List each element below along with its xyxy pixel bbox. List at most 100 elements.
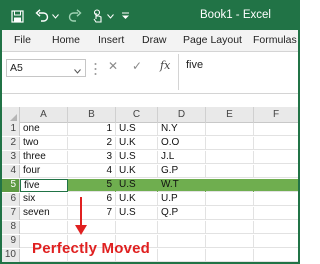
cell-a[interactable]: six xyxy=(20,193,68,206)
cell-d[interactable] xyxy=(158,235,206,248)
row-header[interactable]: 2 xyxy=(2,137,20,150)
undo-icon[interactable] xyxy=(34,8,50,24)
undo-dropdown-icon[interactable] xyxy=(51,8,59,24)
customize-toolbar-icon[interactable] xyxy=(120,8,130,24)
formula-input[interactable]: five xyxy=(186,59,203,71)
table-row-selected[interactable]: 5 five 5 U.S W.T xyxy=(2,179,298,192)
active-cell-a5[interactable]: five xyxy=(20,179,68,192)
cell-b[interactable]: 7 xyxy=(68,207,116,220)
name-box-dropdown-icon[interactable] xyxy=(74,65,81,77)
tab-page-layout[interactable]: Page Layout xyxy=(183,34,242,46)
table-row: 3 three 3 U.S J.L xyxy=(2,151,298,164)
cell-d[interactable]: O.O xyxy=(158,137,206,150)
cell-e[interactable] xyxy=(206,137,254,150)
cell-d[interactable]: Q.P xyxy=(158,207,206,220)
cell-e[interactable] xyxy=(206,235,254,248)
cell-a[interactable] xyxy=(20,221,68,234)
column-header-b[interactable]: B xyxy=(68,107,116,123)
enter-icon[interactable]: ✓ xyxy=(132,59,142,73)
cell-a[interactable]: two xyxy=(20,137,68,150)
column-header-c[interactable]: C xyxy=(116,107,158,123)
cell-c[interactable] xyxy=(116,221,158,234)
cell-f[interactable] xyxy=(254,165,298,178)
annotation-arrow-icon xyxy=(75,225,87,235)
column-header-a[interactable]: A xyxy=(20,107,68,123)
cell-c[interactable]: U.K xyxy=(116,165,158,178)
row-header[interactable]: 9 xyxy=(2,235,20,248)
cell-f[interactable] xyxy=(254,249,298,262)
table-row: 6 six 6 U.K U.P xyxy=(2,193,298,206)
cell-a[interactable]: three xyxy=(20,151,68,164)
formula-bar: A5 ✕ ✓ fx five xyxy=(2,52,298,94)
title-bar: Book1 - Excel xyxy=(2,2,298,30)
cell-e[interactable] xyxy=(206,221,254,234)
cell-c[interactable]: U.S xyxy=(116,179,158,192)
cell-c[interactable]: U.K xyxy=(116,193,158,206)
cell-d[interactable]: N.Y xyxy=(158,123,206,136)
row-header[interactable]: 10 xyxy=(2,249,20,262)
cell-c[interactable]: U.S xyxy=(116,123,158,136)
cell-b[interactable]: 5 xyxy=(68,179,116,192)
row-header[interactable]: 8 xyxy=(2,221,20,234)
column-header-f[interactable]: F xyxy=(254,107,298,123)
cell-b[interactable]: 2 xyxy=(68,137,116,150)
formula-bar-divider xyxy=(178,54,179,90)
cell-e[interactable] xyxy=(206,179,254,192)
cell-e[interactable] xyxy=(206,249,254,262)
tab-draw[interactable]: Draw xyxy=(142,34,167,46)
cell-b[interactable]: 1 xyxy=(68,123,116,136)
cell-d[interactable] xyxy=(158,249,206,262)
cell-f[interactable] xyxy=(254,221,298,234)
cancel-icon[interactable]: ✕ xyxy=(108,59,118,73)
table-row: 7 seven 7 U.S Q.P xyxy=(2,207,298,220)
cell-b[interactable]: 6 xyxy=(68,193,116,206)
column-header-d[interactable]: D xyxy=(158,107,206,123)
cell-a[interactable]: seven xyxy=(20,207,68,220)
cell-f[interactable] xyxy=(254,123,298,136)
cell-d[interactable]: U.P xyxy=(158,193,206,206)
name-box[interactable]: A5 xyxy=(6,59,86,77)
redo-icon[interactable] xyxy=(66,8,82,24)
table-row: 8 xyxy=(2,221,298,234)
cell-e[interactable] xyxy=(206,123,254,136)
cell-e[interactable] xyxy=(206,151,254,164)
cell-f[interactable] xyxy=(254,151,298,164)
cell-f[interactable] xyxy=(254,179,298,192)
resize-handle-icon[interactable] xyxy=(94,62,98,76)
cell-d[interactable] xyxy=(158,221,206,234)
cell-c[interactable]: U.S xyxy=(116,151,158,164)
row-header[interactable]: 5 xyxy=(2,179,20,192)
cell-f[interactable] xyxy=(254,207,298,220)
row-header[interactable]: 6 xyxy=(2,193,20,206)
tab-file[interactable]: File xyxy=(14,34,31,46)
tab-formulas[interactable]: Formulas xyxy=(253,34,297,46)
row-header[interactable]: 4 xyxy=(2,165,20,178)
row-header[interactable]: 1 xyxy=(2,123,20,136)
cell-e[interactable] xyxy=(206,165,254,178)
cell-d[interactable]: W.T xyxy=(158,179,206,192)
cell-d[interactable]: G.P xyxy=(158,165,206,178)
row-header[interactable]: 7 xyxy=(2,207,20,220)
touch-mode-icon[interactable] xyxy=(90,8,106,24)
tab-home[interactable]: Home xyxy=(52,34,80,46)
cell-e[interactable] xyxy=(206,193,254,206)
cell-f[interactable] xyxy=(254,235,298,248)
column-header-e[interactable]: E xyxy=(206,107,254,123)
table-row: 4 four 4 U.K G.P xyxy=(2,165,298,178)
row-header[interactable]: 3 xyxy=(2,151,20,164)
cell-e[interactable] xyxy=(206,207,254,220)
cell-f[interactable] xyxy=(254,137,298,150)
select-all-button[interactable] xyxy=(2,107,20,123)
cell-b[interactable]: 4 xyxy=(68,165,116,178)
save-icon[interactable] xyxy=(10,8,24,24)
insert-function-button[interactable]: fx xyxy=(160,59,170,72)
cell-c[interactable]: U.K xyxy=(116,137,158,150)
cell-f[interactable] xyxy=(254,193,298,206)
cell-d[interactable]: J.L xyxy=(158,151,206,164)
cell-c[interactable]: U.S xyxy=(116,207,158,220)
cell-a[interactable]: four xyxy=(20,165,68,178)
cell-a[interactable]: one xyxy=(20,123,68,136)
touch-mode-dropdown-icon[interactable] xyxy=(106,8,114,24)
cell-b[interactable]: 3 xyxy=(68,151,116,164)
tab-insert[interactable]: Insert xyxy=(98,34,124,46)
